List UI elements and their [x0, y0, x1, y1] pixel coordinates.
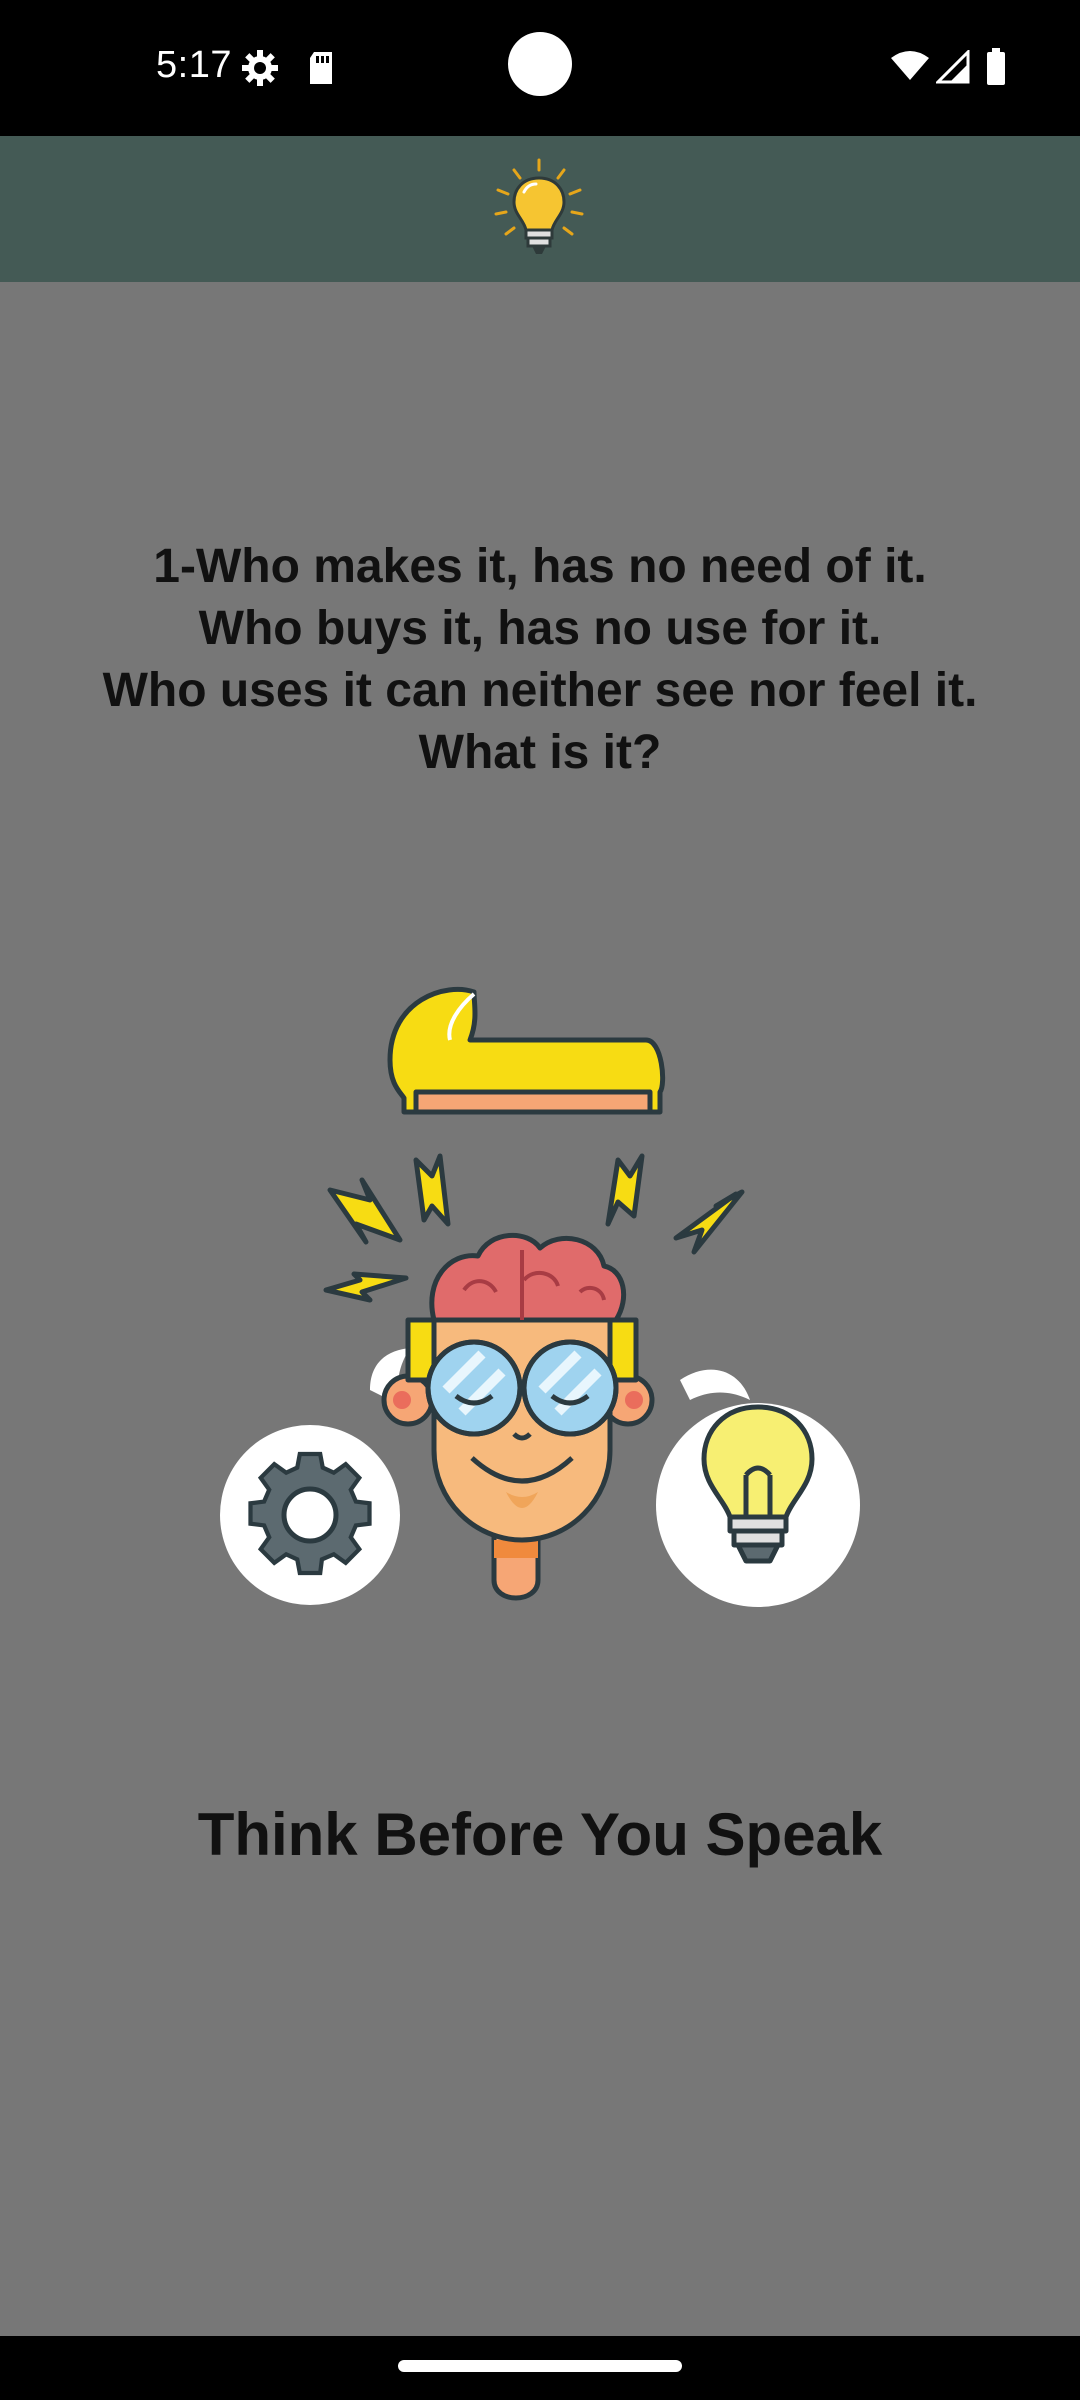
app-bar: [0, 136, 1080, 282]
tagline: Think Before You Speak: [197, 1801, 883, 1868]
thinking-boy-illustration: [210, 980, 870, 1620]
status-time: 5:17: [156, 44, 232, 86]
lightbulb-logo-icon: [484, 156, 594, 266]
riddle-text: 1-Who makes it, has no need of it. Who b…: [102, 540, 978, 779]
home-indicator[interactable]: [398, 2360, 682, 2372]
camera-cutout: [508, 32, 572, 96]
sd-card-icon: [306, 50, 336, 91]
cellular-signal-icon: [934, 48, 970, 89]
wifi-icon: [890, 50, 930, 87]
navigation-bar: [0, 2336, 1080, 2400]
status-bar: 5:17: [0, 0, 1080, 136]
battery-icon: [986, 48, 1006, 91]
app-screen: 5:17 1-Who makes it, has no need of it. …: [0, 0, 1080, 2400]
settings-gear-icon: [240, 48, 280, 93]
